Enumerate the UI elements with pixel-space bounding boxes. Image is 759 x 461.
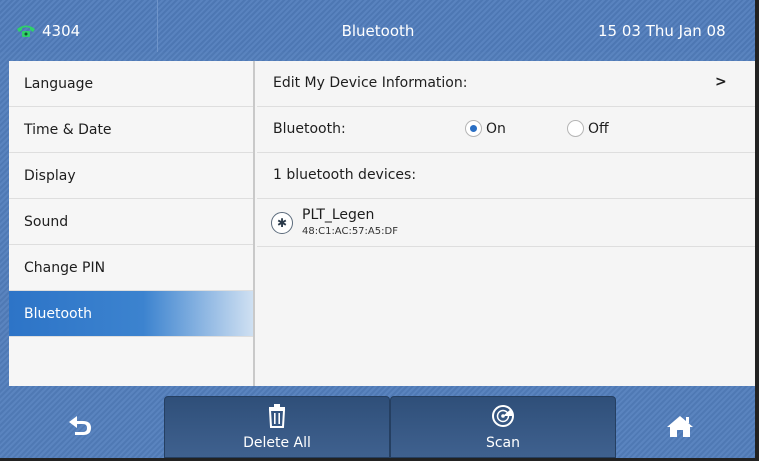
sidebar-item-bluetooth[interactable]: Bluetooth [9,291,253,337]
radar-icon [491,404,515,432]
clock-readout: 15 03 Thu Jan 08 [598,22,726,40]
bluetooth-on-label: On [486,120,506,137]
page-title: Bluetooth [341,22,415,40]
bluetooth-label: Bluetooth: [273,121,346,137]
line-number: 4304 [42,22,81,40]
home-button[interactable] [640,396,720,458]
sidebar-item-time-date[interactable]: Time & Date [9,107,253,153]
radio-unselected-icon [567,120,584,137]
softkey-bar: Delete All Scan [0,388,755,458]
trash-icon [267,404,287,432]
edit-device-label: Edit My Device Information: [273,75,468,91]
bluetooth-on-radio[interactable]: On [465,120,506,137]
content-panel: Language Time & Date Display Sound Chang… [9,61,755,386]
bluetooth-off-label: Off [588,120,609,137]
bluetooth-settings: Edit My Device Information: > Bluetooth:… [257,61,755,386]
line-key[interactable]: 4304 [0,0,158,52]
delete-all-label: Delete All [243,435,311,451]
title-bar: 4304 Bluetooth 15 03 Thu Jan 08 [0,0,755,52]
device-list-item[interactable]: ✱ PLT_Legen 48:C1:AC:57:A5:DF [257,199,755,247]
bluetooth-icon: ✱ [271,212,293,234]
delete-all-button[interactable]: Delete All [164,396,390,458]
bluetooth-toggle-row: Bluetooth: On Off [257,107,755,153]
device-name: PLT_Legen [302,207,375,223]
phone-screen: 4304 Bluetooth 15 03 Thu Jan 08 Language… [0,0,759,461]
home-icon [666,414,694,442]
scan-label: Scan [485,435,521,451]
device-mac: 48:C1:AC:57:A5:DF [302,226,398,237]
sidebar-item-language[interactable]: Language [9,61,253,107]
back-arrow-icon [67,414,93,440]
radio-selected-icon [465,120,482,137]
bluetooth-off-radio[interactable]: Off [567,120,609,137]
sidebar-item-sound[interactable]: Sound [9,199,253,245]
back-button[interactable] [40,396,120,458]
sidebar-item-display[interactable]: Display [9,153,253,199]
scan-button[interactable]: Scan [390,396,616,458]
phone-handset-icon [16,24,36,42]
sidebar-item-change-pin[interactable]: Change PIN [9,245,253,291]
devices-count-label: 1 bluetooth devices: [273,167,417,183]
edit-device-row[interactable]: Edit My Device Information: > [257,61,755,107]
chevron-right-icon: > [715,74,727,90]
devices-count-row: 1 bluetooth devices: [257,153,755,199]
settings-sidebar: Language Time & Date Display Sound Chang… [9,61,255,386]
